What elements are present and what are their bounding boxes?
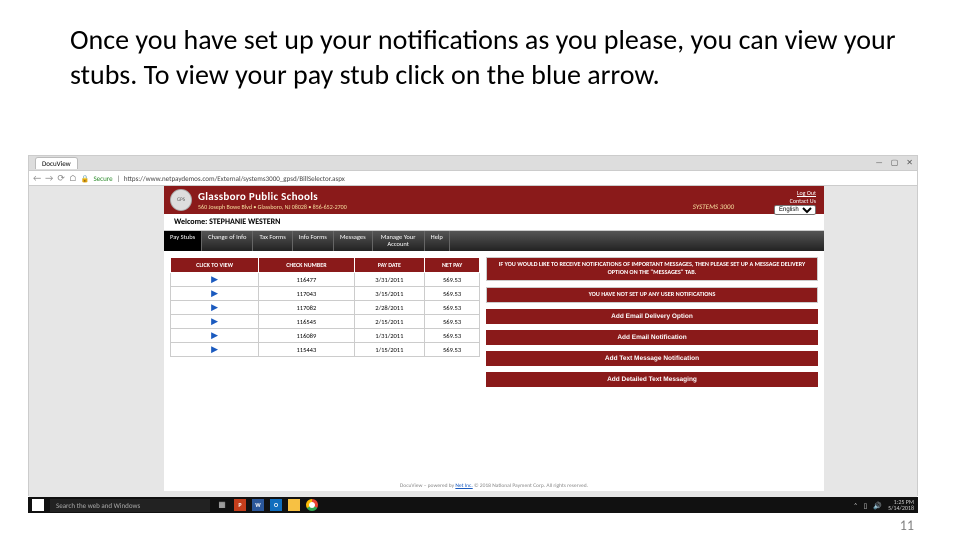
slide-number: 11	[900, 517, 914, 534]
brand-label: SYSTEMS 3000	[693, 202, 734, 211]
table-row: ▶ 1165452/15/2011569.53	[171, 315, 480, 329]
cell-check: 117082	[259, 301, 354, 315]
welcome-bar: Welcome: STEPHANIE WESTERN	[164, 214, 824, 231]
add-text-message-button[interactable]: Add Text Message Notification	[486, 351, 818, 366]
browser-tabbar: DocuView — ▢ ✕	[29, 156, 917, 170]
cell-date: 3/31/2011	[354, 273, 425, 287]
taskbar-date: 5/14/2018	[888, 505, 914, 511]
add-email-notification-button[interactable]: Add Email Notification	[486, 330, 818, 345]
cell-date: 2/28/2011	[354, 301, 425, 315]
app-footer: DocuView – powered by Net Inc. © 2018 Na…	[164, 483, 824, 489]
table-row: ▶ 1160891/31/2011569.53	[171, 329, 480, 343]
table-row: ▶ 1154431/15/2011569.53	[171, 343, 480, 357]
menu-messages[interactable]: Messages	[334, 231, 373, 251]
view-arrow-icon[interactable]: ▶	[211, 330, 218, 341]
menu-help[interactable]: Help	[425, 231, 450, 251]
view-arrow-icon[interactable]: ▶	[211, 302, 218, 313]
cell-date: 3/15/2011	[354, 287, 425, 301]
browser-viewport: GPS Glassboro Public Schools 560 Joseph …	[29, 186, 917, 497]
cell-check: 116089	[259, 329, 354, 343]
school-seal-icon: GPS	[170, 189, 192, 211]
window-maximize-icon[interactable]: ▢	[891, 158, 899, 168]
table-row: ▶ 1170433/15/2011569.53	[171, 287, 480, 301]
chrome-icon[interactable]	[306, 499, 318, 511]
empty-notice-text: YOU HAVE NOT SET UP ANY USER NOTIFICATIO…	[487, 288, 817, 302]
view-arrow-icon[interactable]: ▶	[211, 288, 218, 299]
cell-net: 569.53	[425, 273, 480, 287]
taskbar-search[interactable]: Search the web and Windows	[50, 499, 210, 512]
powerpoint-icon[interactable]: P	[234, 499, 246, 511]
footer-link[interactable]: Net Inc.	[455, 483, 472, 489]
cell-net: 569.53	[425, 301, 480, 315]
cell-date: 1/31/2011	[354, 329, 425, 343]
view-arrow-icon[interactable]: ▶	[211, 316, 218, 327]
windows-taskbar: Search the web and Windows ▦ P W O ˄ ▯ 🔊…	[28, 497, 918, 513]
cell-check: 116477	[259, 273, 354, 287]
tray-network-icon[interactable]: ▯	[864, 501, 868, 510]
cell-date: 1/15/2011	[354, 343, 425, 357]
th-click: CLICK TO VIEW	[171, 258, 259, 273]
table-row: ▶ 1164773/31/2011569.53	[171, 273, 480, 287]
th-check: CHECK NUMBER	[259, 258, 354, 273]
nav-home-icon[interactable]: ⌂	[69, 173, 77, 184]
language-select[interactable]: English	[774, 205, 816, 215]
notice-text: IF YOU WOULD LIKE TO RECEIVE NOTIFICATIO…	[487, 258, 817, 280]
main-menu: Pay Stubs Change of Info Tax Forms Info …	[164, 231, 824, 251]
th-date: PAY DATE	[354, 258, 425, 273]
contact-link[interactable]: Contact Us	[774, 197, 816, 205]
cell-date: 2/15/2011	[354, 315, 425, 329]
browser-window: DocuView — ▢ ✕ ← → ⟳ ⌂ 🔒 Secure | https:…	[28, 155, 918, 496]
cell-net: 569.53	[425, 329, 480, 343]
pay-stub-table: CLICK TO VIEW CHECK NUMBER PAY DATE NET …	[170, 257, 480, 357]
window-close-icon[interactable]: ✕	[906, 158, 913, 168]
table-row: ▶ 1170822/28/2011569.53	[171, 301, 480, 315]
start-button-icon[interactable]	[32, 499, 44, 511]
browser-tab[interactable]: DocuView	[35, 157, 78, 169]
view-arrow-icon[interactable]: ▶	[211, 344, 218, 355]
menu-manage-account[interactable]: Manage Your Account	[373, 231, 425, 251]
logout-link[interactable]: Log Out	[774, 189, 816, 197]
th-net: NET PAY	[425, 258, 480, 273]
secure-label: Secure	[93, 174, 112, 183]
cell-net: 569.53	[425, 287, 480, 301]
view-arrow-icon[interactable]: ▶	[211, 274, 218, 285]
task-view-icon[interactable]: ▦	[216, 499, 228, 511]
cell-check: 117043	[259, 287, 354, 301]
file-explorer-icon[interactable]	[288, 499, 300, 511]
window-minimize-icon[interactable]: —	[875, 158, 882, 168]
nav-reload-icon[interactable]: ⟳	[57, 173, 65, 184]
cell-check: 115443	[259, 343, 354, 357]
outlook-icon[interactable]: O	[270, 499, 282, 511]
menu-tax-forms[interactable]: Tax Forms	[253, 231, 292, 251]
notice-box: IF YOU WOULD LIKE TO RECEIVE NOTIFICATIO…	[486, 257, 818, 281]
org-address: 560 Joseph Bowe Blvd • Glassboro, NJ 080…	[198, 203, 347, 211]
lock-icon: 🔒	[81, 174, 90, 183]
app-header: GPS Glassboro Public Schools 560 Joseph …	[164, 186, 824, 214]
cell-net: 569.53	[425, 315, 480, 329]
empty-notice-box: YOU HAVE NOT SET UP ANY USER NOTIFICATIO…	[486, 287, 818, 303]
menu-pay-stubs[interactable]: Pay Stubs	[164, 231, 202, 251]
menu-info-forms[interactable]: Info Forms	[293, 231, 334, 251]
add-detailed-text-button[interactable]: Add Detailed Text Messaging	[486, 372, 818, 387]
browser-address-bar: ← → ⟳ ⌂ 🔒 Secure | https://www.netpaydem…	[29, 170, 917, 186]
tray-up-icon[interactable]: ˄	[854, 501, 858, 510]
nav-back-icon[interactable]: ←	[33, 173, 41, 184]
slide-instruction: Once you have set up your notifications …	[70, 22, 910, 92]
app-page: GPS Glassboro Public Schools 560 Joseph …	[164, 186, 824, 491]
org-name: Glassboro Public Schools	[198, 190, 347, 203]
nav-forward-icon[interactable]: →	[45, 173, 53, 184]
cell-net: 569.53	[425, 343, 480, 357]
address-url[interactable]: https://www.netpaydemos.com/External/sys…	[124, 174, 345, 183]
cell-check: 116545	[259, 315, 354, 329]
tray-volume-icon[interactable]: 🔊	[873, 501, 882, 510]
url-separator: |	[117, 174, 120, 183]
add-email-delivery-button[interactable]: Add Email Delivery Option	[486, 309, 818, 324]
menu-change-info[interactable]: Change of Info	[202, 231, 253, 251]
word-icon[interactable]: W	[252, 499, 264, 511]
